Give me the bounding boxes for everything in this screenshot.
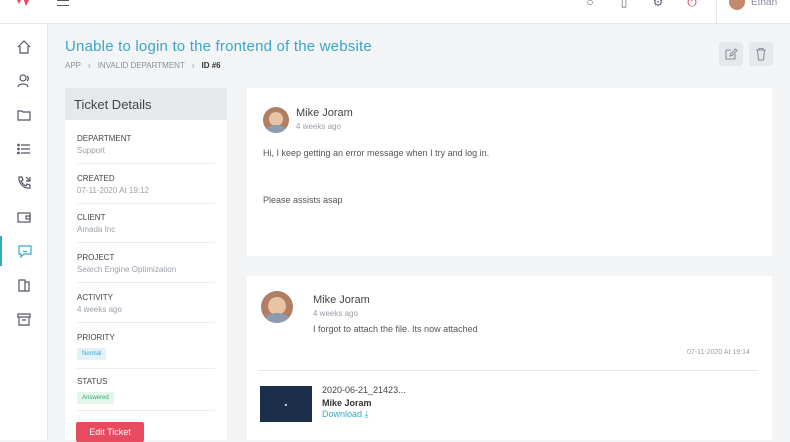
breadcrumb-department[interactable]: INVALID DEPARTMENT <box>98 61 185 70</box>
breadcrumb-current: ID #6 <box>201 61 221 70</box>
avatar <box>263 107 289 133</box>
page-title: Unable to login to the frontend of the w… <box>65 38 372 55</box>
delete-button[interactable] <box>749 42 773 66</box>
avatar <box>729 0 745 10</box>
activity-field: ACTIVITY 4 weeks ago <box>77 293 215 323</box>
sidebar-item-finance[interactable] <box>0 202 48 232</box>
edit-button[interactable] <box>719 42 743 66</box>
message-time: 4 weeks ago <box>296 122 341 131</box>
ticket-details-header: Ticket Details <box>65 88 227 120</box>
department-field: DEPARTMENT Support <box>77 134 215 164</box>
message-timestamp: 07-11-2020 At 19:14 <box>687 349 750 356</box>
ticket-details-panel: Ticket Details DEPARTMENT Support CREATE… <box>65 88 227 442</box>
wallet-icon <box>17 212 31 223</box>
field-label: STATUS <box>77 377 108 386</box>
documents-icon <box>18 279 30 292</box>
chevron-right-icon: › <box>191 61 195 70</box>
message-text: Please assists asap <box>263 195 343 205</box>
divider <box>258 370 758 371</box>
list-icon <box>17 143 30 155</box>
thumbnail-logo-icon: ■ <box>284 401 288 407</box>
field-value: Search Engine Optimization <box>77 265 177 274</box>
field-value: 07-11-2020 At 19:12 <box>77 186 149 195</box>
message-card: Mike Joram 4 weeks ago Hi, I keep gettin… <box>247 88 772 256</box>
download-link[interactable]: Download ⤓ <box>322 409 369 420</box>
user-menu[interactable]: Ethan <box>716 0 777 24</box>
attachment-author: Mike Joram <box>322 398 372 408</box>
status-field: STATUS Answered <box>77 377 215 411</box>
message-time: 4 weeks ago <box>313 309 358 318</box>
trash-icon <box>756 47 766 61</box>
sidebar-item-home[interactable] <box>0 32 48 62</box>
gear-icon[interactable]: ⚙ <box>650 0 666 8</box>
message-author: Mike Joram <box>296 107 353 119</box>
created-field: CREATED 07-11-2020 At 19:12 <box>77 174 215 204</box>
breadcrumb: APP › INVALID DEPARTMENT › ID #6 <box>65 61 221 70</box>
field-value: Support <box>77 146 106 155</box>
attachment-file-name: 2020-06-21_21423... <box>322 385 406 395</box>
field-label: PRIORITY <box>77 333 115 342</box>
home-icon <box>17 40 31 54</box>
breadcrumb-app[interactable]: APP <box>65 61 81 70</box>
client-field: CLIENT Amada Inc <box>77 213 215 243</box>
sidebar-item-documents[interactable] <box>0 270 48 300</box>
sidebar-item-tickets[interactable] <box>0 236 48 266</box>
chevron-right-icon: › <box>88 61 91 70</box>
users-icon <box>17 74 29 88</box>
user-name: Ethan <box>751 0 778 8</box>
field-label: CREATED <box>77 174 115 183</box>
sidebar <box>0 24 48 440</box>
field-value: Amada Inc <box>77 225 116 234</box>
field-value: 4 weeks ago <box>77 305 122 314</box>
edit-ticket-button[interactable]: Edit Ticket <box>76 422 144 442</box>
menu-toggle-icon[interactable] <box>57 0 69 6</box>
message-text: Hi, I keep getting an error message when… <box>263 148 490 158</box>
bell-icon[interactable]: ○ <box>582 0 598 8</box>
sidebar-item-projects[interactable] <box>0 100 48 130</box>
message-text: I forgot to attach the file. Its now att… <box>313 324 478 334</box>
project-field: PROJECT Search Engine Optimization <box>77 253 215 283</box>
sidebar-item-calls[interactable] <box>0 168 48 198</box>
phone-icon <box>18 176 31 189</box>
avatar <box>261 291 293 323</box>
power-icon[interactable]: ⏻ <box>684 0 700 8</box>
archive-icon <box>17 313 31 326</box>
sidebar-item-users[interactable] <box>0 66 48 96</box>
status-badge: Answered <box>77 392 114 404</box>
field-label: PROJECT <box>77 253 115 262</box>
field-label: DEPARTMENT <box>77 134 132 143</box>
sidebar-item-tasks[interactable] <box>0 134 48 164</box>
field-label: ACTIVITY <box>77 293 114 302</box>
logo-icon[interactable] <box>16 0 30 8</box>
field-label: CLIENT <box>77 213 106 222</box>
chat-icon <box>18 245 32 259</box>
sidebar-item-archive[interactable] <box>0 304 48 334</box>
top-icons: ○ ▯ ⚙ ⏻ <box>582 0 700 8</box>
message-author: Mike Joram <box>313 294 370 306</box>
priority-badge: Normal <box>77 348 107 360</box>
folder-icon <box>17 110 31 121</box>
message-card: Mike Joram 4 weeks ago I forgot to attac… <box>247 276 772 440</box>
edit-icon <box>725 48 738 60</box>
ticket-actions <box>719 42 773 66</box>
priority-field: PRIORITY Normal <box>77 333 215 369</box>
attachment-thumbnail[interactable]: ■ <box>260 386 312 422</box>
top-bar: ○ ▯ ⚙ ⏻ Ethan <box>0 0 790 24</box>
tablet-icon[interactable]: ▯ <box>616 0 632 8</box>
